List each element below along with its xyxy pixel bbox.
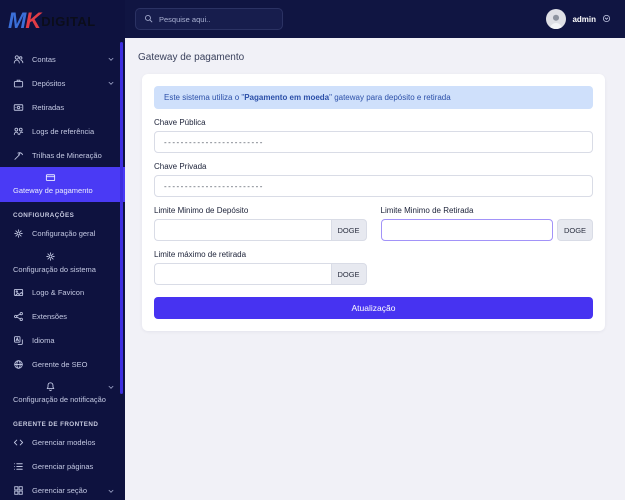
min-withdraw-label: Limite Minimo de Retirada [380,206,474,215]
sidebar-item-contas[interactable]: Contas [0,47,125,71]
sidebar-item-extensoes[interactable]: Extensões [0,304,125,328]
min-deposit-label: Limite Minimo de Depósito [154,206,249,215]
currency-addon: DOGE [330,263,367,285]
logo-m: M [8,8,26,33]
briefcase-icon [13,78,24,89]
currency-addon: DOGE [330,219,367,241]
sidebar-item-label: Gerente de SEO [32,359,88,369]
sidebar-item-label: Logs de referência [32,126,95,136]
private-key-input[interactable] [154,175,593,197]
avatar [546,9,567,29]
sidebar-item-gateway-pagamento[interactable]: Gateway de pagamento [0,167,125,202]
sidebar-item-idioma[interactable]: Idioma [0,328,125,352]
search-box[interactable] [135,8,283,30]
public-key-input[interactable] [154,131,593,153]
sidebar-item-label: Idioma [32,335,55,345]
sidebar-item-configuracao-notificacao[interactable]: Configuração de notificação [0,376,125,411]
sidebar-item-label: Depósitos [32,78,66,88]
sidebar-item-gerenciar-paginas[interactable]: Gerenciar páginas [0,455,125,479]
sidebar-item-logs-referencia[interactable]: Logs de referência [0,119,125,143]
section-header-gerente-frontend: GERENTE DE FRONTEND [13,420,99,428]
list-icon [13,461,24,472]
info-alert: Este sistema utiliza o "Pagamento em moe… [154,86,593,109]
credit-card-icon [45,172,56,183]
sidebar-item-label: Gerenciar páginas [32,462,94,471]
image-icon [13,287,24,298]
gateway-settings-card: Este sistema utiliza o "Pagamento em moe… [142,74,605,331]
chevron-down-icon [602,10,611,28]
chevron-down-icon [107,55,115,63]
sidebar-nav: Contas Depósitos Retiradas Logs de refer… [0,42,125,500]
sidebar-item-retiradas[interactable]: Retiradas [0,95,125,119]
min-withdraw-group: DOGE [380,219,593,241]
sidebar-item-configuracao-sistema[interactable]: Configuração do sistema [0,246,125,281]
min-deposit-group: DOGE [154,219,367,241]
sidebar-item-label: Gerenciar modelos [32,438,96,447]
users-icon [13,54,24,65]
sidebar-item-gerenciar-modelos[interactable]: Gerenciar modelos [0,431,125,455]
code-icon [13,437,24,448]
min-withdraw-input[interactable] [380,219,553,241]
sidebar-item-label: Configuração de notificação [13,395,106,404]
update-button[interactable]: Atualização [154,297,593,319]
sidebar-item-label: Configuração geral [32,229,96,238]
alert-text-prefix: Este sistema utiliza o " [164,93,245,102]
sidebar-item-label: Gateway de pagamento [13,186,93,195]
grid-icon [13,485,24,496]
logo-text: DIGITAL [41,13,96,29]
page-title: Gateway de pagamento [138,52,245,63]
pickaxe-icon [13,150,24,161]
sidebar-item-label: Contas [32,54,56,64]
share-nodes-icon [13,311,24,322]
currency-addon: DOGE [557,219,593,241]
search-icon [144,10,153,28]
bell-icon [45,381,56,392]
sidebar-item-gerente-seo[interactable]: Gerente de SEO [0,352,125,376]
sidebar-item-label: Extensões [32,311,68,321]
sidebar: MK DIGITAL Contas Depósitos Retiradas Lo… [0,0,125,500]
alert-text-bold: Pagamento em moeda [244,93,330,102]
sidebar-item-label: Trilhas de Mineração [32,150,102,160]
logo-k: K [25,8,41,33]
private-key-label: Chave Privada [154,162,207,171]
sidebar-item-depositos[interactable]: Depósitos [0,71,125,95]
referral-icon [13,126,24,137]
section-header-configuracoes: CONFIGURAÇÕES [13,211,75,219]
chevron-down-icon [107,487,115,495]
chevron-down-icon [107,79,115,87]
max-withdraw-group: DOGE [154,263,367,285]
main-content: Gateway de pagamento Este sistema utiliz… [125,38,625,500]
gear-icon [13,228,24,239]
globe-icon [13,359,24,370]
sidebar-item-logo-favicon[interactable]: Logo & Favicon [0,280,125,304]
sidebar-scrollbar[interactable] [120,42,123,394]
language-icon [13,335,24,346]
sidebar-item-gerenciar-secao[interactable]: Gerenciar seção [0,479,125,500]
user-menu[interactable]: admin [546,9,611,29]
max-withdraw-label: Limite máximo de retirada [154,250,247,259]
sidebar-item-label: Retiradas [32,102,65,112]
min-deposit-input[interactable] [154,219,331,241]
max-withdraw-input[interactable] [154,263,331,285]
public-key-label: Chave Pública [154,118,206,127]
cash-icon [13,102,24,113]
sidebar-item-configuracao-geral[interactable]: Configuração geral [0,222,125,246]
sidebar-item-trilhas-mineracao[interactable]: Trilhas de Mineração [0,143,125,167]
brand-logo[interactable]: MK DIGITAL [0,0,125,42]
alert-text-suffix: " gateway para depósito e retirada [329,93,451,102]
sidebar-item-label: Configuração do sistema [13,264,96,274]
gear-icon [45,251,56,262]
chevron-down-icon [107,383,115,391]
sidebar-item-label: Gerenciar seção [32,486,88,495]
username-label: admin [572,14,596,24]
sidebar-item-label: Logo & Favicon [32,287,85,297]
search-input[interactable] [159,14,274,24]
